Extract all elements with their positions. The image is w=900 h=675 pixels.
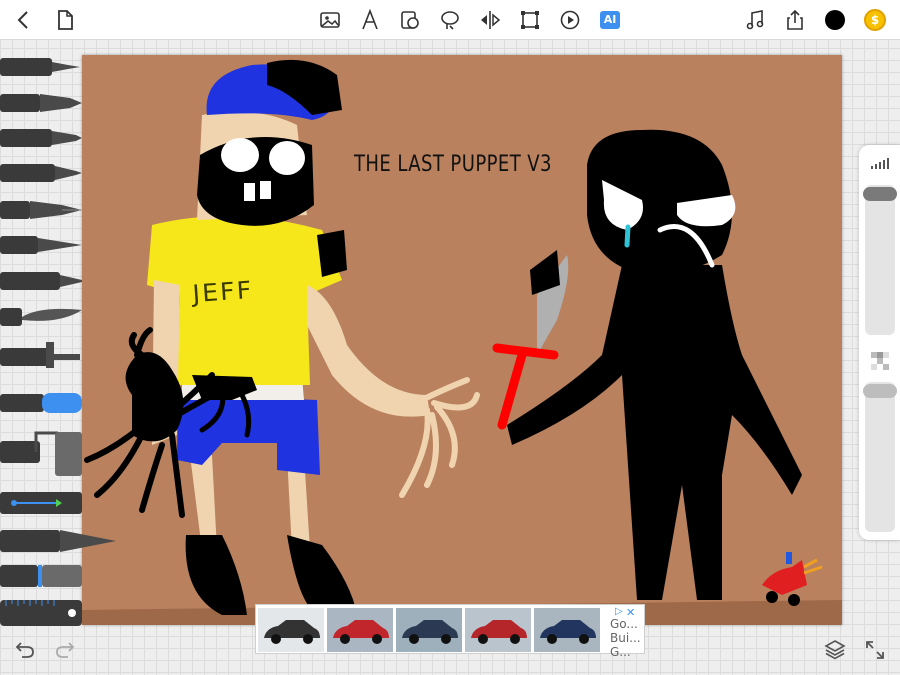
artwork (82, 59, 842, 625)
ai-button[interactable]: AI (598, 8, 622, 32)
ad-car-image-3[interactable] (396, 608, 462, 652)
layers-icon[interactable] (823, 637, 847, 661)
brush-opacity-knob[interactable] (863, 384, 897, 398)
ad-info-icon[interactable]: ▷ (615, 606, 623, 617)
play-icon[interactable] (558, 8, 582, 32)
brush-opacity-slider[interactable] (865, 382, 895, 532)
shirt-lettering: JEFF (191, 275, 255, 309)
ad-banner[interactable]: ▷ ✕ Go... Bui... G... (255, 604, 645, 659)
color-picker-button[interactable] (823, 8, 847, 32)
ad-text-line-1: Go... (610, 617, 638, 631)
ai-label: AI (600, 11, 620, 29)
pen-brush[interactable] (0, 125, 82, 151)
undo-icon[interactable] (13, 638, 37, 662)
paint-brush[interactable] (0, 304, 82, 330)
line-brush[interactable] (0, 490, 82, 516)
pencil-brush[interactable] (0, 160, 82, 186)
artwork-title-text: THE LAST PUPPET V3 (354, 152, 552, 177)
coin-button[interactable]: $ (863, 8, 887, 32)
felt-brush[interactable] (0, 268, 82, 294)
music-icon[interactable] (743, 8, 767, 32)
share-icon[interactable] (783, 8, 807, 32)
transform-icon[interactable] (518, 8, 542, 32)
fullscreen-icon[interactable] (863, 638, 887, 662)
brush-toolbox (0, 52, 118, 632)
document-icon[interactable] (53, 8, 77, 32)
highlighter-brush[interactable] (0, 390, 82, 416)
symmetry-icon[interactable] (478, 8, 502, 32)
brush-size-slider[interactable] (865, 185, 895, 335)
top-toolbar: AI $ (0, 0, 900, 40)
current-color-swatch (825, 10, 845, 30)
image-icon[interactable] (318, 8, 342, 32)
ad-car-image-2[interactable] (327, 608, 393, 652)
calligraphy-brush[interactable] (0, 232, 82, 258)
ruler-tool[interactable] (0, 600, 82, 626)
marker-brush[interactable] (0, 90, 82, 116)
smudge-brush[interactable] (0, 563, 82, 589)
coin-icon: $ (864, 9, 886, 31)
redo-icon[interactable] (53, 638, 77, 662)
shape-icon[interactable] (398, 8, 422, 32)
ad-text[interactable]: Go... Bui... G... (610, 617, 644, 659)
fountain-pen-brush[interactable] (0, 197, 82, 223)
ad-car-image-5[interactable] (534, 608, 600, 652)
signal-size-icon (871, 158, 889, 169)
eraser-brush[interactable] (0, 427, 82, 477)
back-icon[interactable] (12, 8, 36, 32)
chisel-brush[interactable] (0, 528, 118, 554)
ad-text-line-2: Bui... (610, 631, 641, 645)
ad-car-image-4[interactable] (465, 608, 531, 652)
airbrush-brush[interactable] (0, 342, 82, 368)
lasso-icon[interactable] (438, 8, 462, 32)
drawing-canvas[interactable]: THE LAST PUPPET V3 JEFF (82, 55, 842, 625)
ad-car-image-1[interactable] (258, 608, 324, 652)
brush-settings-panel (859, 145, 900, 540)
brush-size-knob[interactable] (863, 187, 897, 201)
ad-text-line-3: G... (610, 645, 631, 659)
opacity-icon (871, 352, 889, 370)
fineliner-brush[interactable] (0, 54, 82, 80)
text-icon[interactable] (358, 8, 382, 32)
